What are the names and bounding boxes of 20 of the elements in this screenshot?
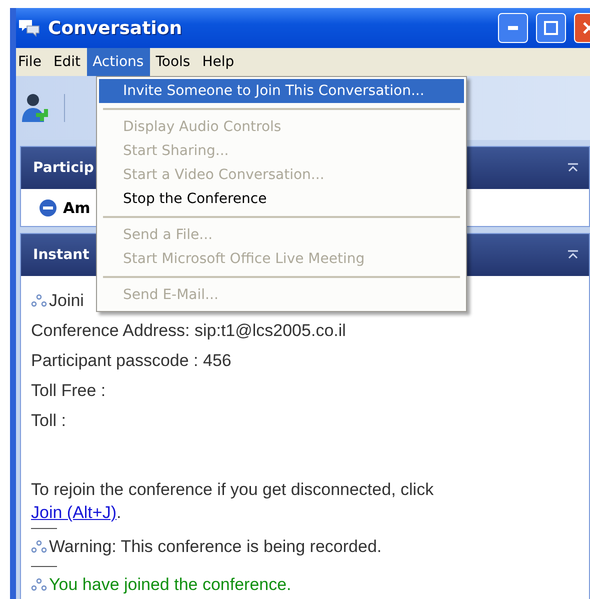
menu-item[interactable]: Actions xyxy=(86,48,150,76)
menu-item[interactable]: File xyxy=(16,48,48,76)
message-line: Participant passcode : 456 xyxy=(31,351,232,371)
system-message: You have joined the conference. xyxy=(49,575,292,595)
join-link[interactable]: Join (Alt+J) xyxy=(31,503,116,522)
menu-item[interactable]: Edit xyxy=(47,48,87,76)
menu-option[interactable]: Stop the Conference xyxy=(99,187,464,211)
menu-option[interactable]: Invite Someone to Join This Conversation... xyxy=(99,79,464,103)
window-title: Conversation xyxy=(48,18,184,38)
message-line: Conference Address: sip:t1@lcs2005.co.il xyxy=(31,321,346,341)
message-line: Toll Free : xyxy=(31,381,106,401)
message-line: Toll : xyxy=(31,411,66,431)
panel-title: Particip xyxy=(33,160,94,176)
system-message: Joini xyxy=(49,291,84,311)
message-paragraph: To rejoin the conference if you get disconnected, click Join (Alt+J). xyxy=(31,479,435,524)
system-message: Warning: This conference is being recorded. xyxy=(49,537,382,557)
panel-title: Instant xyxy=(33,247,90,263)
participant-name[interactable]: Am xyxy=(63,198,90,216)
menu-item[interactable]: Help xyxy=(196,48,240,76)
menu-item[interactable]: Tools xyxy=(150,48,196,76)
